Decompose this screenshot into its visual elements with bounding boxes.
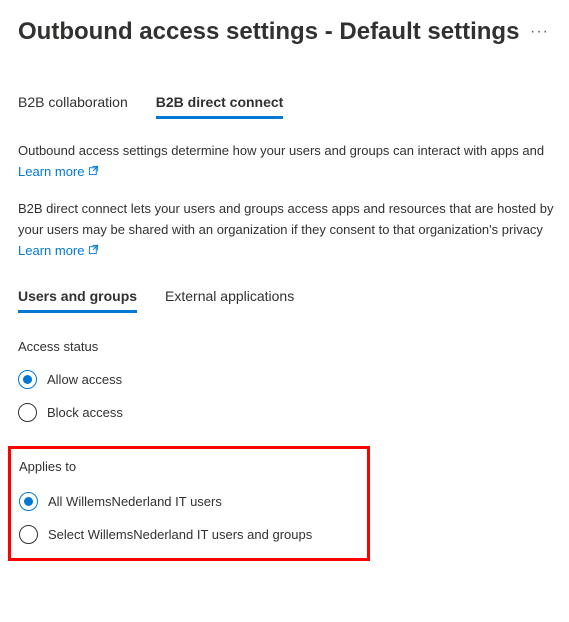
- tab-b2b-collaboration[interactable]: B2B collaboration: [18, 94, 128, 119]
- more-options-icon[interactable]: ···: [530, 23, 549, 41]
- radio-label: All WillemsNederland IT users: [48, 494, 222, 509]
- radio-block-access[interactable]: Block access: [18, 403, 569, 422]
- learn-more-link-1[interactable]: Learn more: [18, 164, 99, 179]
- applies-to-radio-group: All WillemsNederland IT users Select Wil…: [19, 492, 359, 544]
- external-link-icon: [88, 243, 99, 258]
- radio-icon: [18, 403, 37, 422]
- radio-icon: [19, 525, 38, 544]
- radio-icon: [18, 370, 37, 389]
- learn-more-label: Learn more: [18, 164, 84, 179]
- radio-allow-access[interactable]: Allow access: [18, 370, 569, 389]
- subtab-external-applications[interactable]: External applications: [165, 288, 294, 313]
- applies-to-highlight-box: Applies to All WillemsNederland IT users…: [8, 446, 370, 561]
- access-status-radio-group: Allow access Block access: [18, 370, 569, 422]
- external-link-icon: [88, 164, 99, 179]
- radio-label: Select WillemsNederland IT users and gro…: [48, 527, 312, 542]
- description-text-2b: your users may be shared with an organiz…: [18, 220, 569, 240]
- learn-more-link-2[interactable]: Learn more: [18, 243, 99, 258]
- tab-b2b-direct-connect[interactable]: B2B direct connect: [156, 94, 284, 119]
- main-tabs: B2B collaboration B2B direct connect: [18, 94, 569, 119]
- access-status-label: Access status: [18, 339, 569, 354]
- radio-all-users[interactable]: All WillemsNederland IT users: [19, 492, 359, 511]
- radio-icon: [19, 492, 38, 511]
- applies-to-label: Applies to: [19, 459, 359, 474]
- learn-more-label: Learn more: [18, 243, 84, 258]
- page-title: Outbound access settings - Default setti…: [18, 18, 519, 46]
- radio-select-users[interactable]: Select WillemsNederland IT users and gro…: [19, 525, 359, 544]
- description-text-2a: B2B direct connect lets your users and g…: [18, 199, 569, 219]
- radio-label: Block access: [47, 405, 123, 420]
- subtab-users-groups[interactable]: Users and groups: [18, 288, 137, 313]
- radio-label: Allow access: [47, 372, 122, 387]
- description-text-1: Outbound access settings determine how y…: [18, 141, 569, 161]
- sub-tabs: Users and groups External applications: [18, 288, 569, 313]
